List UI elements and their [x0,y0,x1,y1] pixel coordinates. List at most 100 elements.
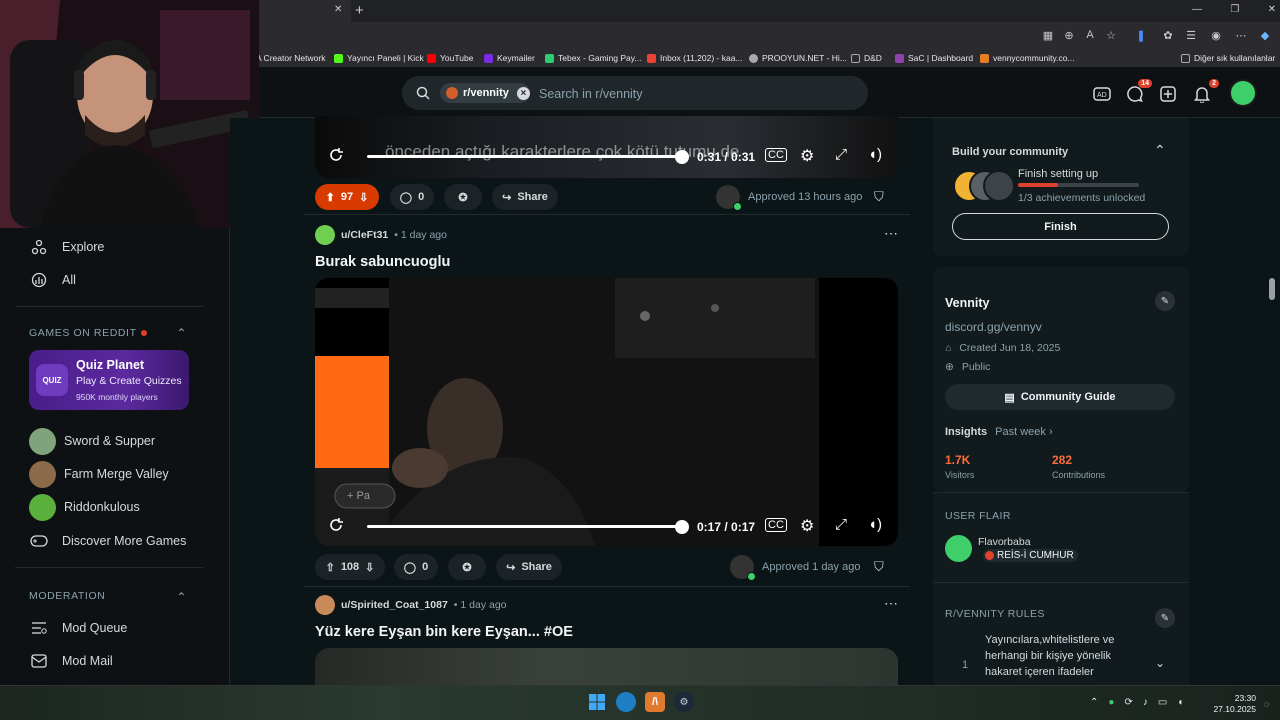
replay-icon[interactable] [328,517,344,533]
app-install-icon[interactable]: ▦ [1040,27,1056,43]
bookmark-7[interactable]: D&D [851,51,882,65]
fullscreen-icon[interactable]: ⤢ [835,516,847,533]
bookmark-8[interactable]: SaC | Dashboard [895,51,973,65]
bookmark-9[interactable]: vennycommunity.co... [980,51,1075,65]
new-tab-button[interactable]: + [355,2,364,19]
search-input[interactable]: Search in r/vennity [539,87,643,101]
bookmark-3[interactable]: Keymailer [484,51,535,65]
subreddit-search-chip[interactable]: r/vennity × [440,83,530,103]
expand-chevron-icon[interactable]: ⌄ [1155,656,1165,670]
vote-control[interactable]: ⇧ 108 ⇩ [315,554,385,580]
mod-shield-icon[interactable]: ⛉ [874,559,884,575]
chat-icon[interactable]: 14 [1124,79,1152,105]
award-button[interactable]: ✪ [444,184,482,210]
steam-icon[interactable]: ⚙ [674,692,694,712]
discover-more-games[interactable]: Discover More Games [30,528,220,554]
post-video[interactable] [315,648,898,685]
post-menu-icon[interactable]: ⋯ [884,225,899,242]
browser-tab[interactable]: ✕ [259,0,351,22]
nav-mod-mail[interactable]: Mod Mail [30,648,220,674]
post-menu-icon[interactable]: ⋯ [884,595,899,612]
downvote-icon[interactable]: ⇩ [365,561,374,574]
post-author[interactable]: u/CleFt31 • 1 day ago [315,225,447,245]
volume-icon[interactable]: ◖) [868,146,882,163]
tray-app-icon[interactable]: ● [1108,697,1114,708]
post-author[interactable]: u/Spirited_Coat_1087 • 1 day ago [315,595,507,615]
community-guide-button[interactable]: ▤ Community Guide [945,384,1175,410]
fullscreen-icon[interactable]: ⤢ [835,146,847,163]
network-icon[interactable]: ▭ [1158,697,1167,708]
video-timeline[interactable] [367,155,683,158]
settings-gear-icon[interactable]: ⚙ [800,146,814,166]
timeline-handle[interactable] [675,150,689,164]
taskbar-clock[interactable]: 23:30 27.10.2025 [1210,693,1256,715]
user-avatar[interactable] [1229,79,1257,107]
comments-button[interactable]: ◯ 0 [390,184,434,210]
captions-icon[interactable]: CC [765,518,787,532]
award-button[interactable]: ✪ [448,554,486,580]
post-title[interactable]: Yüz kere Eyşan bin kere Eyşan... #OE [315,624,573,640]
bookmark-1[interactable]: Yayıncı Paneli | Kick [334,51,424,65]
game-sword-supper[interactable]: Sword & Supper [29,427,155,455]
edge-browser-icon[interactable] [616,692,636,712]
collapse-chevron-icon[interactable]: ⌃ [176,590,187,604]
captions-icon[interactable]: CC [765,148,787,162]
moderation-section-header[interactable]: MODERATION ⌃ [29,590,187,604]
mod-shield-icon[interactable]: ⛉ [874,189,884,205]
downvote-icon[interactable]: ⇩ [359,191,368,204]
replay-icon[interactable] [328,147,344,163]
page-scrollbar[interactable] [1269,278,1275,300]
favorites-icon[interactable]: ☰ [1183,27,1199,43]
comments-button[interactable]: ◯ 0 [394,554,438,580]
extension-icon[interactable]: ❚ [1133,27,1149,43]
volume-icon[interactable]: ◖) [868,516,882,533]
timeline-handle[interactable] [675,520,689,534]
speaker-icon[interactable]: ◖ [1177,697,1183,708]
tray-sync-icon[interactable]: ⟳ [1124,697,1132,708]
collapse-chevron-icon[interactable]: ⌃ [1154,142,1166,159]
notifications-icon[interactable]: 2 [1191,79,1219,105]
menu-icon[interactable]: ⋯ [1233,27,1249,43]
notification-center-icon[interactable]: ◌ [1264,699,1269,709]
extensions-icon[interactable]: ✿ [1160,27,1176,43]
edit-pencil-icon[interactable]: ✎ [1155,608,1175,628]
bookmark-2[interactable]: YouTube [427,51,473,65]
bookmark-5[interactable]: Inbox (11,202) - kaa... [647,51,743,65]
insights-header[interactable]: Insights Past week › [945,426,1053,438]
zoom-icon[interactable]: ⊕ [1061,27,1077,43]
finish-button[interactable]: Finish [952,213,1169,240]
other-bookmarks[interactable]: Diğer sık kullanılanlar [1181,51,1275,65]
nav-explore[interactable]: Explore [30,234,220,260]
game-farm-merge-valley[interactable]: Farm Merge Valley [29,460,169,488]
microphone-icon[interactable]: ♪ [1143,697,1148,708]
nav-all[interactable]: All [30,267,220,293]
share-button[interactable]: ↪ Share [492,184,558,210]
tray-chevron-icon[interactable]: ⌃ [1090,697,1098,708]
favorite-star-icon[interactable]: ☆ [1103,27,1119,43]
video-timeline[interactable] [367,525,683,528]
app-icon[interactable]: /\ [645,692,665,712]
collapse-chevron-icon[interactable]: ⌃ [176,326,187,340]
advertise-icon[interactable]: AD [1091,83,1113,105]
tab-close-icon[interactable]: ✕ [334,4,342,15]
copilot-icon[interactable]: ◆ [1257,27,1273,43]
settings-gear-icon[interactable]: ⚙ [800,516,814,536]
bookmark-4[interactable]: Tebex - Gaming Pay... [545,51,641,65]
vote-control[interactable]: ⬆ 97 ⇩ [315,184,379,210]
bookmark-0[interactable]: A Creator Network [256,51,325,65]
bookmark-6[interactable]: PROOYUN.NET - Hi... [749,51,847,65]
game-riddonkulous[interactable]: Riddonkulous [29,493,140,521]
minimize-button[interactable]: — [1192,4,1202,18]
read-aloud-icon[interactable]: A [1082,27,1098,43]
create-post-icon[interactable] [1157,83,1179,105]
share-button[interactable]: ↪ Share [496,554,562,580]
edit-pencil-icon[interactable]: ✎ [1155,291,1175,311]
nav-mod-queue[interactable]: Mod Queue [30,615,220,641]
games-section-header[interactable]: GAMES ON REDDIT ⌃ [29,326,187,340]
upvote-icon[interactable]: ⇧ [326,561,335,574]
upvote-icon[interactable]: ⬆ [326,191,335,204]
clear-chip-icon[interactable]: × [516,86,530,100]
close-window-button[interactable]: ✕ [1268,4,1276,18]
browser-essentials-icon[interactable]: ◉ [1208,27,1224,43]
restore-button[interactable]: ❐ [1230,4,1239,18]
